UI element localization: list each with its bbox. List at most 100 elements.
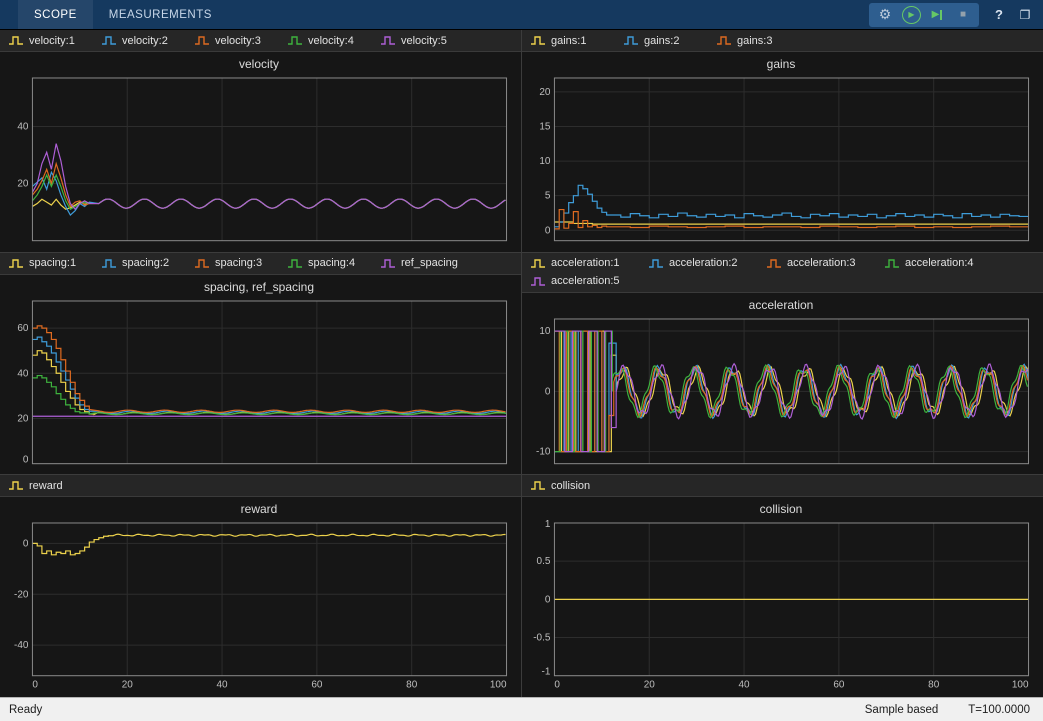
legend-item-velocity:5[interactable]: velocity:5 <box>380 32 473 49</box>
status-bar: Ready Sample based T=100.0000 <box>0 697 1043 721</box>
chart-title-spacing: spacing, ref_spacing <box>2 277 516 296</box>
plot-grid: velocity:1 velocity:2 velocity:3velocity:4… <box>0 29 1043 697</box>
chart-panel-acceleration: acceleration-10010 <box>522 293 1043 475</box>
legend-spacing: spacing:1 spacing:2spacing:3spacing:4ref_… <box>0 253 521 275</box>
status-text: Ready <box>9 704 42 716</box>
series-gains:1 <box>554 222 1028 224</box>
legend-glyph-gains:3 <box>716 35 732 46</box>
legend-item-acceleration:1[interactable]: acceleration:1 <box>530 255 648 272</box>
svg-text:100: 100 <box>1012 680 1029 691</box>
svg-text:20: 20 <box>539 87 551 98</box>
legend-glyph-ref_spacing <box>380 258 396 269</box>
legend-item-gains:3[interactable]: gains:3 <box>716 32 809 49</box>
svg-text:20: 20 <box>17 413 29 424</box>
legend-label: acceleration:5 <box>551 275 620 287</box>
legend-acceleration: acceleration:1 acceleration:2 acceleration… <box>522 253 1043 293</box>
legend-glyph-gains:1 <box>530 35 546 46</box>
legend-label: acceleration:4 <box>905 257 974 269</box>
legend-item-acceleration:3[interactable]: acceleration:3 <box>766 255 884 272</box>
legend-glyph-acceleration:2 <box>648 258 664 269</box>
legend-item-spacing:3[interactable]: spacing:3 <box>194 255 287 272</box>
chart-acceleration[interactable]: -10010 <box>524 314 1038 471</box>
legend-label: gains:1 <box>551 35 586 47</box>
tab-scope[interactable]: SCOPE <box>18 0 93 29</box>
legend-label: collision <box>551 480 590 492</box>
chart-panel-collision: collision10.50-0.5-1020406080100 <box>522 497 1043 697</box>
legend-glyph-spacing:1 <box>8 258 24 269</box>
legend-item-velocity:3[interactable]: velocity:3 <box>194 32 287 49</box>
stop-icon[interactable]: ■ <box>951 4 975 26</box>
dock-icon[interactable]: ❐ <box>1013 4 1037 26</box>
tab-measurements[interactable]: MEASUREMENTS <box>93 0 228 29</box>
legend-item-velocity:2[interactable]: velocity:2 <box>101 32 194 49</box>
legend-item-spacing:2[interactable]: spacing:2 <box>101 255 194 272</box>
legend-label: acceleration:3 <box>787 257 856 269</box>
legend-item-reward[interactable]: reward <box>8 477 101 494</box>
series-gains:2 <box>554 185 1028 227</box>
legend-item-velocity:4[interactable]: velocity:4 <box>287 32 380 49</box>
legend-label: spacing:1 <box>29 257 76 269</box>
svg-text:0: 0 <box>23 539 29 550</box>
legend-velocity: velocity:1 velocity:2 velocity:3velocity:4… <box>0 30 521 52</box>
section-spacing: spacing:1 spacing:2spacing:3spacing:4ref_… <box>0 253 521 476</box>
legend-item-acceleration:5[interactable]: acceleration:5 <box>530 273 648 290</box>
legend-glyph-gains:2 <box>623 35 639 46</box>
svg-text:80: 80 <box>928 680 940 691</box>
legend-glyph-velocity:3 <box>194 35 210 46</box>
legend-item-ref_spacing[interactable]: ref_spacing <box>380 255 473 272</box>
series-velocity:5 <box>32 144 505 210</box>
legend-item-acceleration:2[interactable]: acceleration:2 <box>648 255 766 272</box>
run-icon[interactable]: ▶ <box>899 4 923 26</box>
legend-item-spacing:4[interactable]: spacing:4 <box>287 255 380 272</box>
legend-glyph-velocity:4 <box>287 35 303 46</box>
section-reward: rewardreward-40-200020406080100 <box>0 475 521 697</box>
legend-label: acceleration:2 <box>669 257 738 269</box>
svg-text:0: 0 <box>554 680 560 691</box>
legend-item-acceleration:4[interactable]: acceleration:4 <box>884 255 1002 272</box>
status-sample-mode: Sample based <box>865 704 939 716</box>
legend-glyph-acceleration:5 <box>530 276 546 287</box>
chart-gains[interactable]: 05101520 <box>524 73 1038 248</box>
simulation-settings-icon[interactable]: ⚙ <box>873 4 897 26</box>
svg-text:40: 40 <box>17 368 29 379</box>
legend-item-gains:1[interactable]: gains:1 <box>530 32 623 49</box>
svg-text:20: 20 <box>644 680 656 691</box>
series-velocity:4 <box>32 175 505 209</box>
chart-panel-velocity: velocity2040 <box>0 52 521 252</box>
svg-text:-1: -1 <box>542 667 551 678</box>
chart-spacing[interactable]: 0204060 <box>2 296 516 471</box>
chart-collision[interactable]: 10.50-0.5-1020406080100 <box>524 518 1038 693</box>
svg-text:0: 0 <box>545 595 551 606</box>
legend-label: gains:3 <box>737 35 772 47</box>
legend-glyph-acceleration:4 <box>884 258 900 269</box>
legend-item-velocity:1[interactable]: velocity:1 <box>8 32 101 49</box>
chart-title-gains: gains <box>524 54 1038 73</box>
status-right: Sample based T=100.0000 <box>865 704 1034 716</box>
legend-label: acceleration:1 <box>551 257 620 269</box>
legend-glyph-velocity:1 <box>8 35 24 46</box>
legend-item-spacing:1[interactable]: spacing:1 <box>8 255 101 272</box>
legend-label: velocity:2 <box>122 35 168 47</box>
legend-item-gains:2[interactable]: gains:2 <box>623 32 716 49</box>
svg-text:40: 40 <box>17 122 29 133</box>
help-icon[interactable]: ? <box>987 4 1011 26</box>
section-acceleration: acceleration:1 acceleration:2 acceleration… <box>522 253 1043 476</box>
series-spacing:1 <box>32 350 505 414</box>
series-spacing:2 <box>32 337 505 413</box>
legend-item-collision[interactable]: collision <box>530 477 623 494</box>
svg-text:0.5: 0.5 <box>537 557 551 568</box>
svg-text:5: 5 <box>545 191 551 202</box>
toolstrip-tabs: SCOPEMEASUREMENTS <box>0 0 228 29</box>
chart-velocity[interactable]: 2040 <box>2 73 516 248</box>
section-velocity: velocity:1 velocity:2 velocity:3velocity:4… <box>0 30 521 253</box>
chart-title-reward: reward <box>2 499 516 518</box>
svg-text:60: 60 <box>17 323 29 334</box>
svg-text:20: 20 <box>17 179 29 190</box>
legend-glyph-acceleration:3 <box>766 258 782 269</box>
step-forward-icon[interactable]: ▶ <box>925 4 949 26</box>
legend-label: velocity:1 <box>29 35 75 47</box>
chart-reward[interactable]: -40-200020406080100 <box>2 518 516 693</box>
chart-title-acceleration: acceleration <box>524 295 1038 314</box>
svg-text:80: 80 <box>406 680 418 691</box>
legend-gains: gains:1 gains:2 gains:3 <box>522 30 1043 52</box>
